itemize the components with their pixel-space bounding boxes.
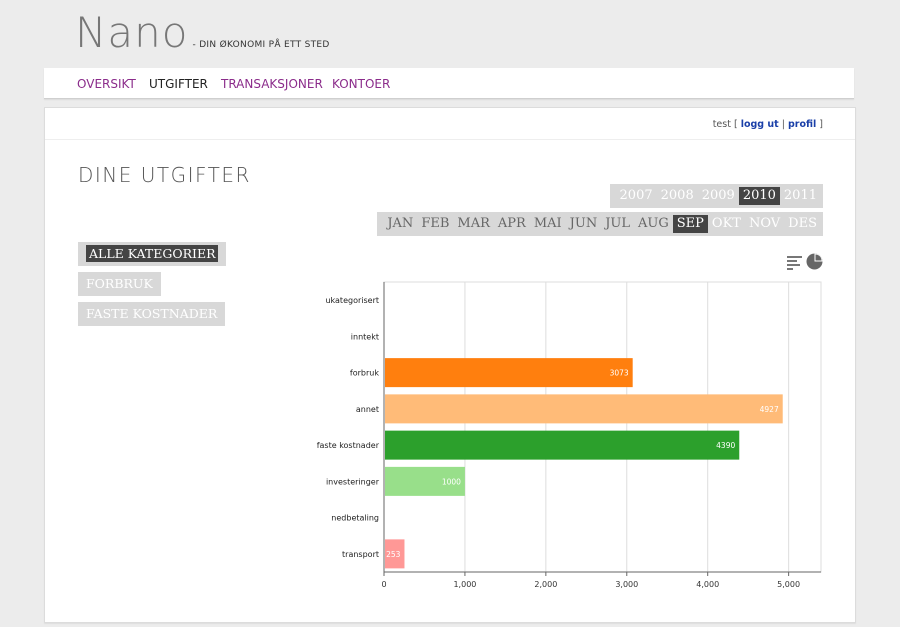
nav-item-oversikt[interactable]: OVERSIKT bbox=[77, 77, 136, 91]
chart-frame bbox=[383, 281, 822, 573]
year-2010[interactable]: 2010 bbox=[738, 187, 780, 205]
x-tick-label: 1,000 bbox=[453, 580, 476, 589]
month-okt[interactable]: OKT bbox=[708, 215, 745, 233]
month-apr[interactable]: APR bbox=[494, 215, 530, 233]
user-bar: test [ logg ut | profil ] bbox=[45, 108, 855, 140]
month-mar[interactable]: MAR bbox=[453, 215, 494, 233]
month-nov[interactable]: NOV bbox=[745, 215, 784, 233]
x-tick-label: 0 bbox=[381, 580, 386, 589]
user-links: test [ logg ut | profil ] bbox=[712, 119, 823, 130]
year-2008[interactable]: 2008 bbox=[657, 187, 698, 205]
page-title: DINE UTGIFTER bbox=[78, 163, 251, 187]
app-logo[interactable]: Nano - DIN ØKONOMI PÅ ETT STED bbox=[75, 12, 330, 54]
x-tick-label: 2,000 bbox=[534, 580, 557, 589]
year-2009[interactable]: 2009 bbox=[698, 187, 739, 205]
bar-value-label: 253 bbox=[386, 550, 401, 559]
logo-tagline: - DIN ØKONOMI PÅ ETT STED bbox=[192, 40, 330, 50]
month-des[interactable]: DES bbox=[784, 215, 821, 233]
nav-item-kontoer[interactable]: KONTOER bbox=[332, 77, 390, 91]
bar-chart-icon[interactable] bbox=[787, 254, 803, 274]
year-2007[interactable]: 2007 bbox=[616, 187, 657, 205]
category-label: transport bbox=[342, 550, 379, 559]
category-all[interactable]: ALLE KATEGORIER bbox=[78, 242, 227, 266]
month-jul[interactable]: JUL bbox=[601, 215, 634, 233]
month-mai[interactable]: MAI bbox=[530, 215, 566, 233]
bar-forbruk bbox=[385, 358, 633, 388]
category-label: annet bbox=[356, 405, 379, 414]
bar-value-label: 4390 bbox=[716, 441, 735, 450]
expense-bar-chart: 0 1,000 2,000 3,000 4,000 5,000 ukategorisert i… bbox=[317, 281, 822, 589]
bar-faste-kostnader bbox=[385, 430, 740, 460]
x-tick-label: 3,000 bbox=[615, 580, 638, 589]
main-panel: test [ logg ut | profil ] DINE UTGIFTER … bbox=[44, 107, 856, 623]
chart-view-toggle bbox=[787, 253, 823, 274]
pie-chart-icon[interactable] bbox=[806, 253, 823, 274]
year-2011[interactable]: 2011 bbox=[780, 187, 821, 205]
main-nav: OVERSIKT UTGIFTER TRANSAKSJONER KONTOER bbox=[44, 68, 854, 99]
category-label: nedbetaling bbox=[331, 514, 379, 523]
nav-item-transaksjoner[interactable]: TRANSAKSJONER bbox=[221, 77, 323, 91]
logo-text: Nano bbox=[75, 8, 189, 57]
month-jan[interactable]: JAN bbox=[383, 215, 417, 233]
month-selector: JAN FEB MAR APR MAI JUN JUL AUG SEP OKT NOV DES bbox=[377, 212, 823, 236]
nav-item-utgifter[interactable]: UTGIFTER bbox=[149, 77, 208, 91]
category-forbruk[interactable]: FORBRUK bbox=[78, 272, 161, 296]
logout-link[interactable]: logg ut bbox=[741, 119, 779, 130]
category-label: faste kostnader bbox=[317, 441, 380, 450]
month-sep[interactable]: SEP bbox=[672, 215, 708, 233]
category-faste-kostnader[interactable]: FASTE KOSTNADER bbox=[78, 302, 226, 326]
x-tick-label: 4,000 bbox=[696, 580, 719, 589]
bar-value-label: 1000 bbox=[442, 477, 461, 486]
category-label: inntekt bbox=[351, 332, 379, 341]
bar-value-label: 3073 bbox=[610, 369, 629, 378]
profile-link[interactable]: profil bbox=[788, 119, 816, 130]
category-label: forbruk bbox=[350, 369, 379, 378]
category-label: investeringer bbox=[326, 477, 380, 486]
x-tick-label: 5,000 bbox=[777, 580, 800, 589]
month-feb[interactable]: FEB bbox=[417, 215, 453, 233]
bar-annet bbox=[385, 394, 783, 424]
bar-value-label: 4927 bbox=[760, 405, 779, 414]
month-aug[interactable]: AUG bbox=[634, 215, 673, 233]
username: test bbox=[712, 119, 731, 130]
category-label: ukategorisert bbox=[325, 296, 379, 305]
year-selector: 2007 2008 2009 2010 2011 bbox=[609, 184, 823, 208]
month-jun[interactable]: JUN bbox=[566, 215, 602, 233]
